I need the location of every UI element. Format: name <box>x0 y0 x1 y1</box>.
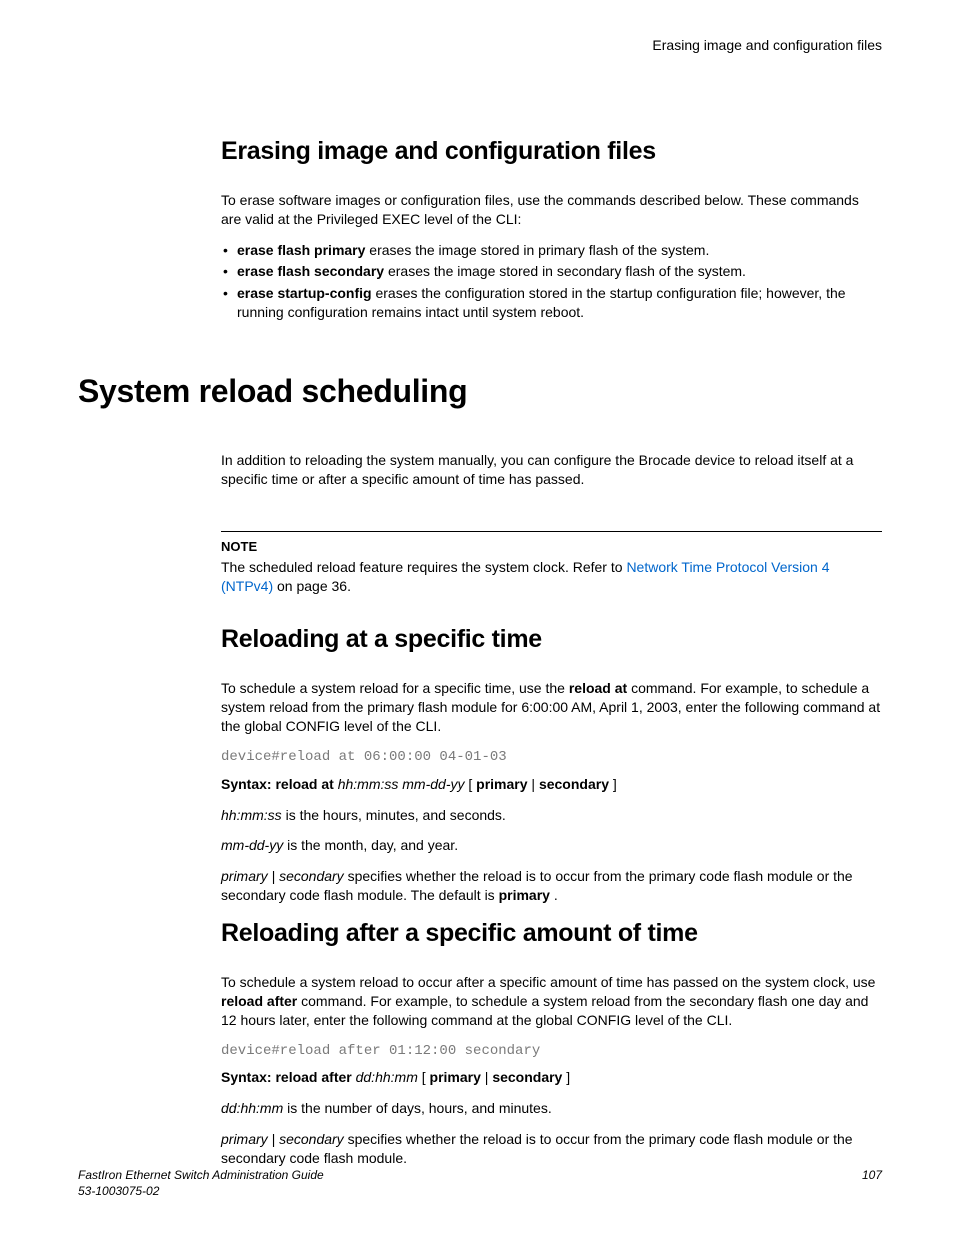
para-reload-intro: In addition to reloading the system manu… <box>221 451 882 489</box>
text: . <box>550 887 558 903</box>
text: To schedule a system reload to occur aft… <box>221 974 875 990</box>
syntax-var: hh:mm:ss mm-dd-yy <box>338 776 465 792</box>
text: ] <box>562 1069 570 1085</box>
param-var: primary | secondary <box>221 1131 344 1147</box>
footer-title: FastIron Ethernet Switch Administration … <box>78 1167 882 1183</box>
text: is the month, day, and year. <box>283 837 458 853</box>
syntax-label: Syntax: reload at <box>221 776 338 792</box>
note-pre: The scheduled reload feature requires th… <box>221 559 626 575</box>
param-desc: hh:mm:ss is the hours, minutes, and seco… <box>221 806 882 825</box>
param-desc: primary | secondary specifies whether th… <box>221 1130 882 1168</box>
text: is the hours, minutes, and seconds. <box>282 807 506 823</box>
code-block: device#reload after 01:12:00 secondary <box>221 1042 882 1061</box>
heading-reload-at: Reloading at a specific time <box>221 623 882 657</box>
default-value: primary <box>499 887 550 903</box>
syntax-line: Syntax: reload at hh:mm:ss mm-dd-yy [ pr… <box>221 775 882 794</box>
para-erase-intro: To erase software images or configuratio… <box>221 191 882 229</box>
cmd-inline: reload after <box>221 993 297 1009</box>
param-desc: mm-dd-yy is the month, day, and year. <box>221 836 882 855</box>
text: [ <box>418 1069 430 1085</box>
running-header: Erasing image and configuration files <box>652 36 882 55</box>
para-reload-after: To schedule a system reload to occur aft… <box>221 973 882 1030</box>
note-text: The scheduled reload feature requires th… <box>221 558 882 596</box>
param-desc: primary | secondary specifies whether th… <box>221 867 882 905</box>
param-var: hh:mm:ss <box>221 807 282 823</box>
text: | <box>481 1069 492 1085</box>
param-var: primary | secondary <box>221 868 344 884</box>
list-item: erase flash secondary erases the image s… <box>221 262 882 281</box>
list-item: erase flash primary erases the image sto… <box>221 241 882 260</box>
cmd-name: erase flash primary <box>237 242 365 258</box>
heading-system-reload: System reload scheduling <box>78 370 882 413</box>
syntax-var: dd:hh:mm <box>356 1069 418 1085</box>
cmd-desc: erases the image stored in secondary fla… <box>384 263 746 279</box>
text: | <box>528 776 539 792</box>
text: [ <box>465 776 477 792</box>
syntax-opt: primary <box>476 776 527 792</box>
para-reload-at: To schedule a system reload for a specif… <box>221 679 882 736</box>
text: To schedule a system reload for a specif… <box>221 680 569 696</box>
code-block: device#reload at 06:00:00 04-01-03 <box>221 748 882 767</box>
syntax-line: Syntax: reload after dd:hh:mm [ primary … <box>221 1068 882 1087</box>
syntax-opt: secondary <box>492 1069 562 1085</box>
page-footer: FastIron Ethernet Switch Administration … <box>78 1167 882 1199</box>
cmd-name: erase startup-config <box>237 285 372 301</box>
page-number: 107 <box>862 1167 882 1183</box>
note-block: NOTE The scheduled reload feature requir… <box>221 531 882 595</box>
erase-command-list: erase flash primary erases the image sto… <box>221 241 882 323</box>
text: command. For example, to schedule a syst… <box>221 993 868 1028</box>
note-post: on page 36. <box>273 578 351 594</box>
heading-reload-after: Reloading after a specific amount of tim… <box>221 917 882 951</box>
note-rule <box>221 531 882 532</box>
param-var: mm-dd-yy <box>221 837 283 853</box>
param-var: dd:hh:mm <box>221 1100 283 1116</box>
cmd-inline: reload at <box>569 680 627 696</box>
heading-erasing: Erasing image and configuration files <box>221 135 882 169</box>
cmd-name: erase flash secondary <box>237 263 384 279</box>
text: ] <box>609 776 617 792</box>
text: is the number of days, hours, and minute… <box>283 1100 551 1116</box>
cmd-desc: erases the image stored in primary flash… <box>365 242 709 258</box>
footer-docnum: 53-1003075-02 <box>78 1183 882 1199</box>
syntax-opt: primary <box>430 1069 481 1085</box>
list-item: erase startup-config erases the configur… <box>221 284 882 322</box>
param-desc: dd:hh:mm is the number of days, hours, a… <box>221 1099 882 1118</box>
note-label: NOTE <box>221 538 882 556</box>
syntax-opt: secondary <box>539 776 609 792</box>
syntax-label: Syntax: reload after <box>221 1069 356 1085</box>
